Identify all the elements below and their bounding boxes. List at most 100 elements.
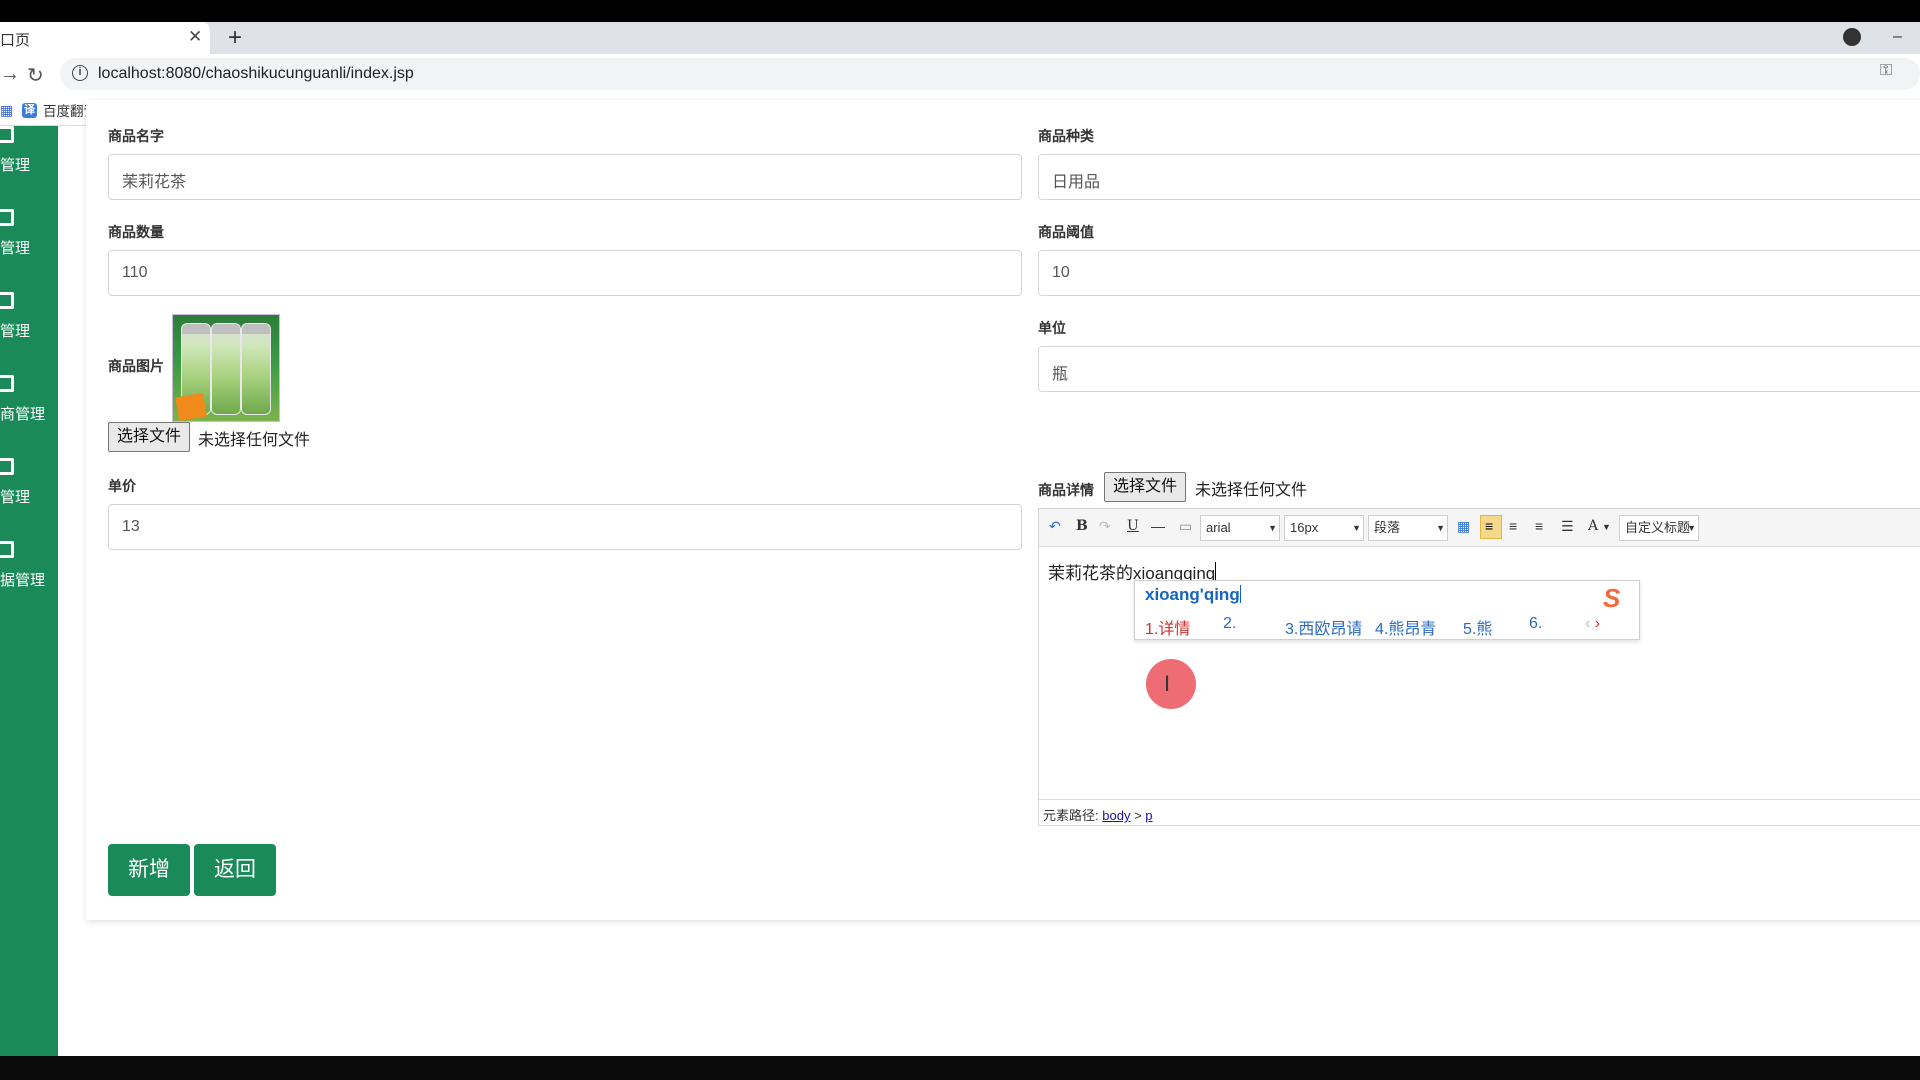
ime-candidate[interactable]: 4.熊昂青 xyxy=(1375,615,1436,639)
product-badge xyxy=(175,392,207,421)
reload-icon[interactable]: ↻ xyxy=(27,63,44,88)
price-label: 单价 xyxy=(108,478,136,494)
sidebar-item[interactable]: 管理 xyxy=(0,126,58,196)
font-family-value: arial xyxy=(1206,520,1231,535)
image-label: 商品图片 xyxy=(108,358,164,374)
image-file-status: 未选择任何文件 xyxy=(198,432,311,449)
ime-candidate-window: xioang'qing 1.详情 2. 3.西欧昂请 4.熊昂青 5.熊 6. ‹ › S xyxy=(1134,580,1640,640)
add-button[interactable]: 新增 xyxy=(108,844,190,896)
font-color-icon[interactable]: A xyxy=(1588,518,1598,534)
unit-input[interactable]: 瓶 xyxy=(1038,346,1920,392)
align-left-button[interactable]: ≡ xyxy=(1480,515,1502,539)
chevron-down-icon: ▼ xyxy=(1268,523,1277,533)
bottom-letterbox xyxy=(0,1056,1920,1080)
minimize-icon[interactable]: – xyxy=(1893,28,1902,46)
forward-icon[interactable]: → xyxy=(0,63,20,86)
sogou-logo-icon: S xyxy=(1603,583,1621,613)
cursor-highlight: I xyxy=(1146,659,1196,709)
name-input[interactable]: 茉莉花茶 xyxy=(108,154,1022,200)
ime-caret xyxy=(1239,585,1241,603)
browser-toolbar: → ↻ i localhost:8080/chaoshikucunguanli/… xyxy=(0,54,1920,94)
align-right-icon[interactable]: ≡ xyxy=(1509,518,1517,534)
url-text: localhost:8080/chaoshikucunguanli/index.… xyxy=(98,65,414,82)
redo-icon[interactable]: ↷ xyxy=(1099,518,1111,535)
key-icon[interactable]: ⚿ xyxy=(1880,62,1892,80)
chevron-down-icon: ▼ xyxy=(1436,523,1445,533)
unit-input-value: 瓶 xyxy=(1052,366,1069,383)
category-label: 商品种类 xyxy=(1038,128,1094,144)
horizontal-rule-icon[interactable]: — xyxy=(1151,518,1165,534)
detail-label: 商品详情 xyxy=(1038,482,1094,498)
path-p-link[interactable]: p xyxy=(1145,808,1152,823)
table-icon[interactable]: ▦ xyxy=(1457,518,1470,535)
ime-pager: ‹ › xyxy=(1585,615,1600,633)
image-file-button[interactable]: 选择文件 xyxy=(108,422,191,452)
sidebar-item[interactable]: 商管理 xyxy=(0,375,58,445)
align-center-icon[interactable]: ≡ xyxy=(1535,518,1543,534)
quantity-input[interactable]: 110 xyxy=(108,250,1022,296)
category-input[interactable]: 日用品 xyxy=(1038,154,1920,200)
product-jar-middle xyxy=(211,323,241,415)
custom-title-value: 自定义标题 xyxy=(1625,520,1691,535)
back-button[interactable]: 返回 xyxy=(194,844,276,896)
pagebreak-icon[interactable]: ▭ xyxy=(1179,518,1192,535)
editor-statusbar: 元素路径: body > p xyxy=(1039,799,1920,825)
sidebar-item-label: 据管理 xyxy=(0,572,46,589)
sidebar: 管理 管理 管理 商管理 管理 据管理 xyxy=(0,126,58,1056)
tab-close-icon[interactable]: ✕ xyxy=(188,27,202,47)
price-input-value: 13 xyxy=(122,518,140,535)
ime-candidate[interactable]: 2. xyxy=(1223,615,1236,633)
sidebar-item[interactable]: 管理 xyxy=(0,292,58,362)
sidebar-item-label: 商管理 xyxy=(0,406,46,423)
element-path-label: 元素路径: xyxy=(1043,808,1099,823)
sidebar-item[interactable]: 管理 xyxy=(0,209,58,279)
sidebar-item-label: 管理 xyxy=(0,240,31,257)
price-input[interactable]: 13 xyxy=(108,504,1022,550)
monitor-icon xyxy=(0,126,14,143)
detail-file-button[interactable]: 选择文件 xyxy=(1104,472,1187,502)
monitor-icon xyxy=(0,209,14,226)
name-input-value: 茉莉花茶 xyxy=(122,174,187,191)
ime-candidate[interactable]: 5.熊 xyxy=(1463,615,1492,639)
text-cursor-icon: I xyxy=(1164,671,1171,696)
monitor-icon xyxy=(0,541,14,558)
info-icon[interactable]: i xyxy=(72,65,88,81)
path-separator: > xyxy=(1134,808,1142,823)
font-size-select[interactable]: 16px ▼ xyxy=(1284,515,1364,541)
ime-candidate[interactable]: 3.西欧昂请 xyxy=(1285,615,1362,639)
new-tab-button[interactable]: + xyxy=(228,24,242,52)
detail-file-status: 未选择任何文件 xyxy=(1195,482,1308,499)
apps-icon[interactable]: ▦ xyxy=(0,100,13,120)
top-letterbox xyxy=(0,0,1920,22)
ime-candidate[interactable]: 1.详情 xyxy=(1145,615,1190,639)
align-justify-icon[interactable]: ☰ xyxy=(1561,518,1574,535)
quantity-input-value: 110 xyxy=(122,264,148,281)
ime-next-icon[interactable]: › xyxy=(1595,615,1600,632)
browser-tabstrip: 口页 ✕ + – xyxy=(0,22,1920,54)
font-family-select[interactable]: arial ▼ xyxy=(1200,515,1280,541)
ime-composition: xioang'qing xyxy=(1145,585,1241,605)
path-body-link[interactable]: body xyxy=(1102,808,1130,823)
ime-candidate[interactable]: 6. xyxy=(1529,615,1542,633)
custom-title-select[interactable]: 自定义标题 ▼ xyxy=(1619,515,1699,541)
monitor-icon xyxy=(0,458,14,475)
profile-icon[interactable] xyxy=(1843,28,1861,46)
quantity-label: 商品数量 xyxy=(108,224,164,240)
address-bar[interactable]: i localhost:8080/chaoshikucunguanli/inde… xyxy=(60,58,1920,90)
underline-icon[interactable]: U xyxy=(1127,518,1139,534)
translate-icon: 译 xyxy=(22,102,37,118)
chevron-down-icon[interactable]: ▼ xyxy=(1602,522,1611,532)
unit-label: 单位 xyxy=(1038,320,1066,336)
bold-icon[interactable]: B xyxy=(1076,518,1088,534)
browser-tab[interactable]: 口页 ✕ xyxy=(0,22,210,54)
sidebar-item-label: 管理 xyxy=(0,489,31,506)
paragraph-select[interactable]: 段落 ▼ xyxy=(1368,515,1448,541)
name-label: 商品名字 xyxy=(108,128,164,144)
threshold-input[interactable]: 10 xyxy=(1038,250,1920,296)
sidebar-item[interactable]: 管理 xyxy=(0,458,58,528)
undo-icon[interactable]: ↶ xyxy=(1049,518,1061,535)
ime-prev-icon[interactable]: ‹ xyxy=(1585,615,1590,632)
category-input-value: 日用品 xyxy=(1052,174,1101,191)
sidebar-item[interactable]: 据管理 xyxy=(0,541,58,611)
paragraph-value: 段落 xyxy=(1374,520,1401,535)
